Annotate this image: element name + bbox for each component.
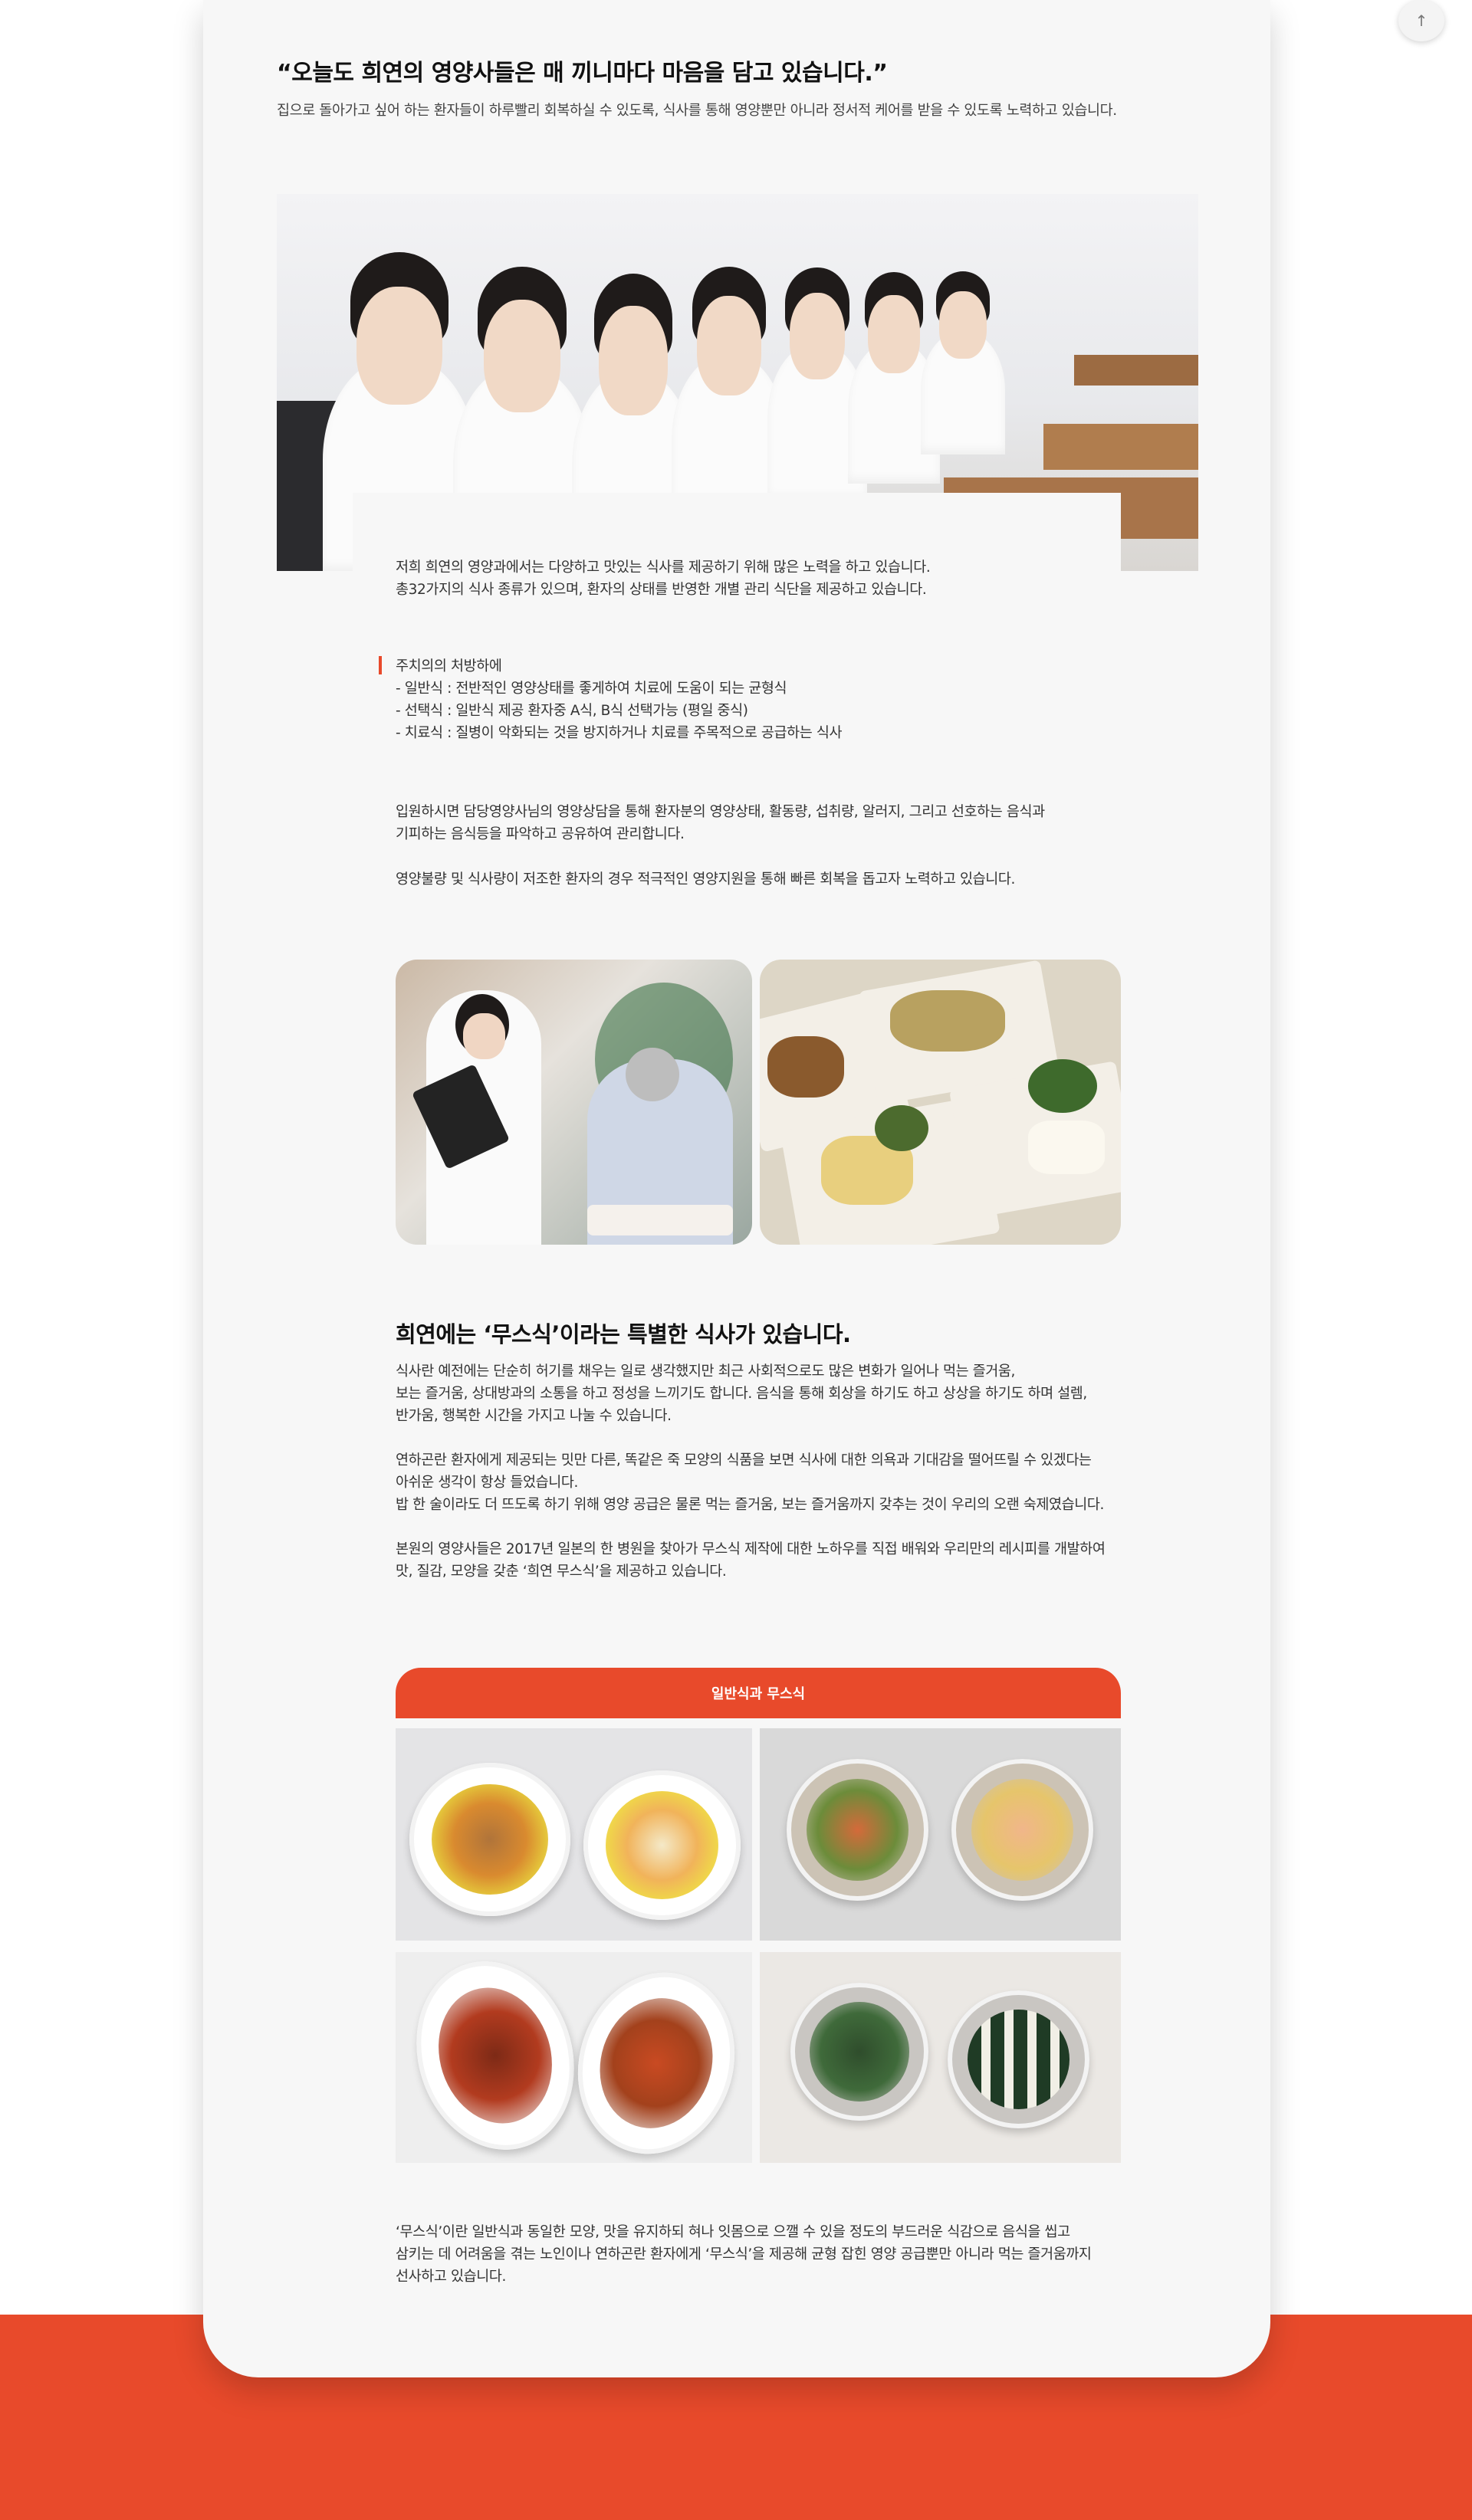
counsel-paragraph: 입원하시면 담당영양사님의 영양상담을 통해 환자분의 영양상태, 활동량, 섭…: [396, 804, 1045, 842]
musik-section-title: 희연에는 ‘무스식’이라는 특별한 식사가 있습니다.: [396, 1321, 851, 1347]
musik-paragraph-1: 식사란 예전에는 단순히 허기를 채우는 일로 생각했지만 최근 사회적으로도 …: [396, 1363, 1087, 1424]
musik-paragraph-3: 본원의 영양사들은 2017년 일본의 한 병원을 찾아가 무스식 제작에 대한…: [396, 1541, 1106, 1580]
food-compare-tile: [396, 1952, 752, 2163]
arrow-up-icon: ↑: [1414, 11, 1428, 30]
intro-title: “오늘도 희연의 영양사들은 매 끼니마다 마음을 담고 있습니다.”: [277, 60, 888, 87]
diet-item-therapeutic: - 치료식 : 질병이 악화되는 것을 방지하거나 치료를 주목적으로 공급하는…: [396, 725, 843, 741]
food-compare-tile: [760, 1952, 1121, 2163]
food-compare-tile: [760, 1728, 1121, 1941]
support-paragraph: 영양불량 및 식사량이 저조한 환자의 경우 적극적인 영양지원을 통해 빠른 …: [396, 871, 1016, 888]
diet-item-choice: - 선택식 : 일반식 제공 환자중 A식, B식 선택가능 (평일 중식): [396, 703, 748, 719]
diet-item-general: - 일반식 : 전반적인 영양상태를 좋게하여 치료에 도움이 되는 균형식: [396, 681, 787, 697]
musik-paragraph-2: 연하곤란 환자에게 제공되는 밋만 다른, 똑같은 죽 모양의 식품을 보면 식…: [396, 1452, 1104, 1513]
scroll-top-button[interactable]: ↑: [1398, 0, 1444, 41]
food-compare-tile: [396, 1728, 752, 1941]
compare-tab-header: 일반식과 무스식: [396, 1668, 1121, 1718]
nutrition-intro-line2: 총32가지의 식사 종류가 있으며, 환자의 상태를 반영한 개별 관리 식단을…: [396, 582, 927, 598]
accent-bar: [379, 656, 382, 674]
prescription-heading: 주치의의 처방하에: [396, 658, 502, 674]
mousse-dishes-photo: [760, 960, 1121, 1245]
dietitian-patient-photo: [396, 960, 752, 1245]
musik-closing-paragraph: ‘무스식’이란 일반식과 동일한 모양, 맛을 유지하되 혀나 잇몸으로 으깰 …: [396, 2224, 1092, 2285]
nutrition-intro-line1: 저희 희연의 영양과에서는 다양하고 맛있는 식사를 제공하기 위해 많은 노력…: [396, 559, 931, 576]
intro-subtitle: 집으로 돌아가고 싶어 하는 환자들이 하루빨리 회복하실 수 있도록, 식사를…: [277, 103, 1117, 119]
